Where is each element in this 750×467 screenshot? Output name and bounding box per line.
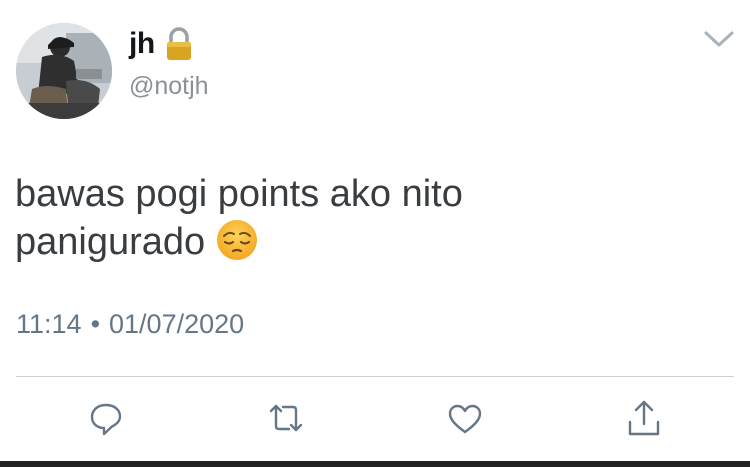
tweet-text-line-2-text: panigurado (15, 221, 206, 263)
tweet-text: bawas pogi points ako nito panigurado (15, 170, 715, 266)
timestamp-separator: • (90, 309, 101, 339)
lock-icon (164, 26, 194, 62)
tweet-text-line-1: bawas pogi points ako nito (15, 173, 463, 215)
pensive-face-emoji (215, 218, 259, 262)
user-handle[interactable]: @notjh (129, 70, 209, 102)
bottom-border (0, 461, 750, 467)
name-row: jh (129, 26, 194, 62)
heart-icon[interactable] (445, 398, 485, 440)
share-icon[interactable] (624, 398, 664, 440)
tweet-date: 01/07/2020 (109, 309, 245, 339)
tweet-card: jh @notjh bawas pogi points ako nito pan… (0, 0, 750, 467)
action-bar (0, 398, 750, 444)
tweet-time: 11:14 (16, 309, 82, 339)
avatar-photo (16, 23, 112, 119)
reply-icon[interactable] (86, 398, 126, 440)
tweet-timestamp[interactable]: 11:14 • 01/07/2020 (16, 306, 244, 342)
divider (16, 376, 734, 377)
chevron-down-icon[interactable] (702, 27, 736, 51)
retweet-icon[interactable] (266, 398, 306, 440)
tweet-text-line-2: panigurado (15, 218, 715, 266)
display-name[interactable]: jh (129, 26, 155, 62)
avatar[interactable] (16, 23, 112, 119)
